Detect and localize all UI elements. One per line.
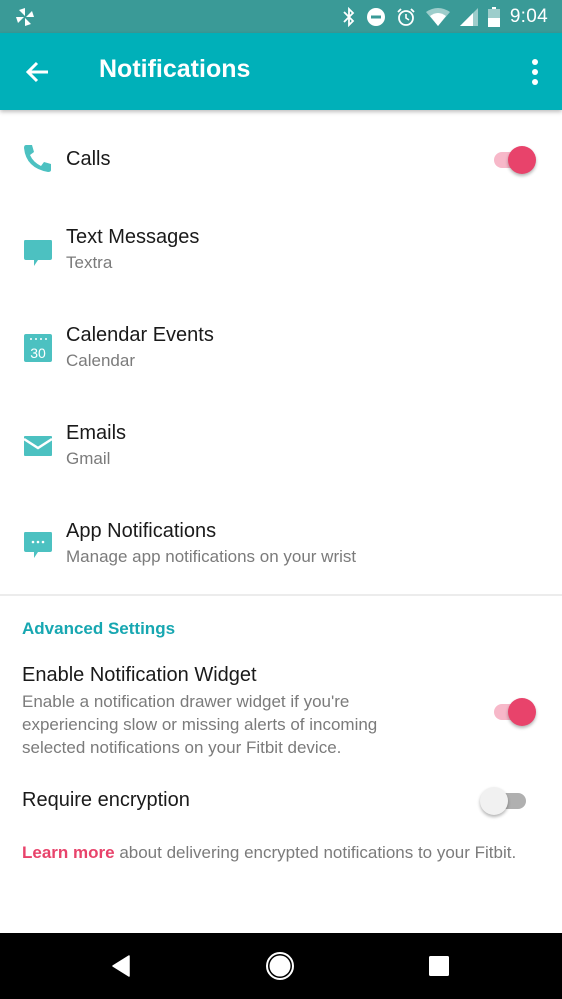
section-divider — [0, 594, 562, 596]
status-time: 9:04 — [509, 5, 548, 27]
toggle-thumb — [508, 146, 536, 174]
more-vert-icon[interactable] — [530, 57, 540, 87]
back-arrow-icon[interactable] — [24, 58, 52, 86]
email-icon — [23, 436, 53, 456]
item-label: App Notifications — [66, 520, 217, 542]
learn-more-description: about delivering encrypted notifications… — [114, 843, 517, 862]
advanced-settings-header: Advanced Settings — [22, 619, 176, 638]
list-item-calls[interactable]: Calls — [0, 110, 562, 208]
toggle-thumb — [480, 787, 508, 815]
widget-setting-description: Enable a notification drawer widget if y… — [22, 692, 378, 757]
do-not-disturb-icon — [366, 7, 385, 26]
calls-toggle[interactable] — [492, 145, 538, 175]
item-sub: Calendar — [66, 351, 135, 370]
chat-dots-icon — [24, 532, 52, 558]
encryption-setting-title: Require encryption — [22, 789, 190, 811]
item-label: Calls — [66, 148, 111, 170]
system-nav-bar — [0, 933, 562, 999]
status-bar: 9:04 — [0, 0, 562, 33]
list-item-emails[interactable]: Emails Gmail — [0, 404, 562, 502]
cell-signal-icon — [459, 7, 478, 26]
bluetooth-icon — [343, 6, 355, 27]
nav-back-icon[interactable] — [108, 951, 138, 981]
item-label: Emails — [66, 422, 127, 444]
learn-more-link[interactable]: Learn more — [22, 843, 115, 862]
list-item-app-notifications[interactable]: App Notifications Manage app notificatio… — [0, 502, 562, 600]
notification-list: Calls Text Messages Textra 30 Calendar E… — [0, 110, 562, 600]
list-item-calendar-events[interactable]: 30 Calendar Events Calendar — [0, 306, 562, 404]
phone-icon — [24, 145, 51, 172]
list-item-text-messages[interactable]: Text Messages Textra — [0, 208, 562, 306]
toggle-thumb — [508, 698, 536, 726]
widget-toggle[interactable] — [492, 697, 538, 727]
app-bar: Notifications — [0, 33, 562, 110]
widget-setting-title: Enable Notification Widget — [22, 664, 257, 686]
alarm-icon — [397, 7, 415, 26]
item-label: Text Messages — [66, 226, 200, 248]
item-sub: Gmail — [66, 449, 111, 468]
nav-home-icon[interactable] — [265, 951, 295, 981]
nav-recents-icon[interactable] — [424, 951, 454, 981]
item-label: Calendar Events — [66, 324, 214, 346]
item-sub: Manage app notifications on your wrist — [66, 547, 357, 566]
pinwheel-icon — [16, 8, 34, 26]
wifi-icon — [425, 7, 450, 26]
message-icon — [24, 240, 52, 266]
page-title: Notifications — [99, 55, 251, 83]
calendar-icon: 30 — [24, 334, 52, 362]
encryption-toggle[interactable] — [480, 786, 526, 816]
calendar-icon-text: 30 — [30, 345, 46, 361]
learn-more-text: Learn more about delivering encrypted no… — [22, 841, 542, 864]
item-sub: Textra — [66, 253, 113, 272]
battery-icon — [487, 6, 500, 27]
